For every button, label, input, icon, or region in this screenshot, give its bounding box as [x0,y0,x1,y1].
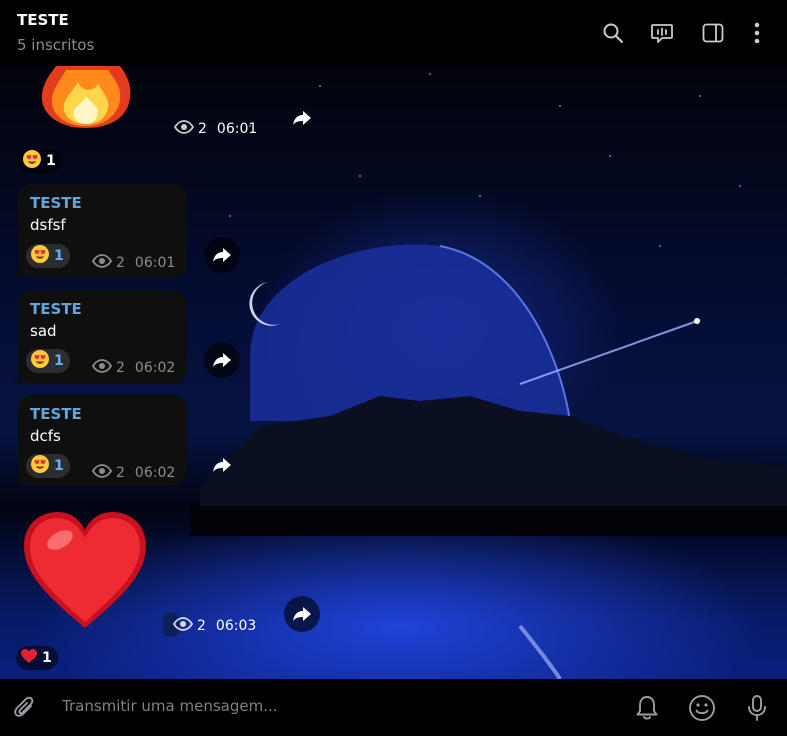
bubble-tail [10,266,22,278]
message-time: 06:02 [134,360,176,376]
reaction-count: 1 [54,248,64,264]
message-composer: Transmitir uma mensagem... [0,679,787,736]
reaction-count: 1 [46,153,56,169]
message-text: dcfs [30,427,61,445]
reaction-count: 1 [54,458,64,474]
bell-icon[interactable] [632,693,662,723]
emoji-icon[interactable] [687,693,717,723]
view-count: 2 [197,618,206,634]
share-icon[interactable] [204,237,240,273]
reaction-chip[interactable]: 1 [16,646,58,670]
view-count: 2 [116,465,125,481]
message-time: 06:01 [134,255,176,271]
message-text: sad [30,322,57,340]
share-icon[interactable] [284,100,320,136]
search-icon[interactable] [600,20,626,46]
reaction-count: 1 [54,353,64,369]
eye-icon [91,464,113,482]
channel-title[interactable]: TESTE [17,11,69,29]
red-heart-sticker-icon [24,512,146,628]
message-text: dsfsf [30,216,66,234]
reaction-chip[interactable]: 1 [26,349,70,373]
sender-name[interactable]: TESTE [30,405,82,423]
message-time: 06:01 [216,121,258,137]
eye-icon [172,617,194,635]
reaction-chip[interactable]: 1 [26,454,70,478]
attach-icon[interactable] [10,693,40,723]
share-icon[interactable] [284,596,320,632]
reaction-chip[interactable]: 1 [18,149,62,173]
view-count: 2 [198,121,207,137]
sender-name[interactable]: TESTE [30,194,82,212]
view-count: 2 [116,360,125,376]
sender-name[interactable]: TESTE [30,300,82,318]
eye-icon [173,120,195,138]
red-heart-emoji-icon [20,648,38,668]
heart-eyes-emoji-icon [30,244,50,268]
share-icon[interactable] [204,342,240,378]
fire-sticker-icon [41,66,131,128]
heart-eyes-emoji-icon [30,454,50,478]
view-count: 2 [116,255,125,271]
subscriber-count: 5 inscritos [17,36,95,54]
message-time: 06:03 [215,618,257,634]
eye-icon [91,254,113,272]
microphone-icon[interactable] [742,693,772,723]
eye-icon [91,359,113,377]
reaction-chip[interactable]: 1 [26,244,70,268]
heart-eyes-emoji-icon [30,349,50,373]
heart-eyes-emoji-icon [22,149,42,173]
share-icon[interactable] [204,447,240,483]
chat-area[interactable]: 2 06:01 1 TESTE dsfsf 1 2 06:01 TESTE sa [0,66,787,679]
bubble-tail [10,372,22,384]
message-bubble[interactable]: TESTE sad 1 2 06:02 [10,290,187,384]
message-bubble[interactable]: TESTE dcfs 1 2 06:02 [18,395,187,485]
message-input[interactable]: Transmitir uma mensagem... [62,697,278,715]
reaction-count: 1 [42,650,52,666]
voice-chat-icon[interactable] [649,20,675,46]
message-bubble[interactable]: TESTE dsfsf 1 2 06:01 [10,184,187,278]
more-options-icon[interactable] [744,20,770,46]
message-time: 06:02 [134,465,176,481]
sidebar-toggle-icon[interactable] [700,20,726,46]
chat-header: TESTE 5 inscritos [0,0,787,66]
